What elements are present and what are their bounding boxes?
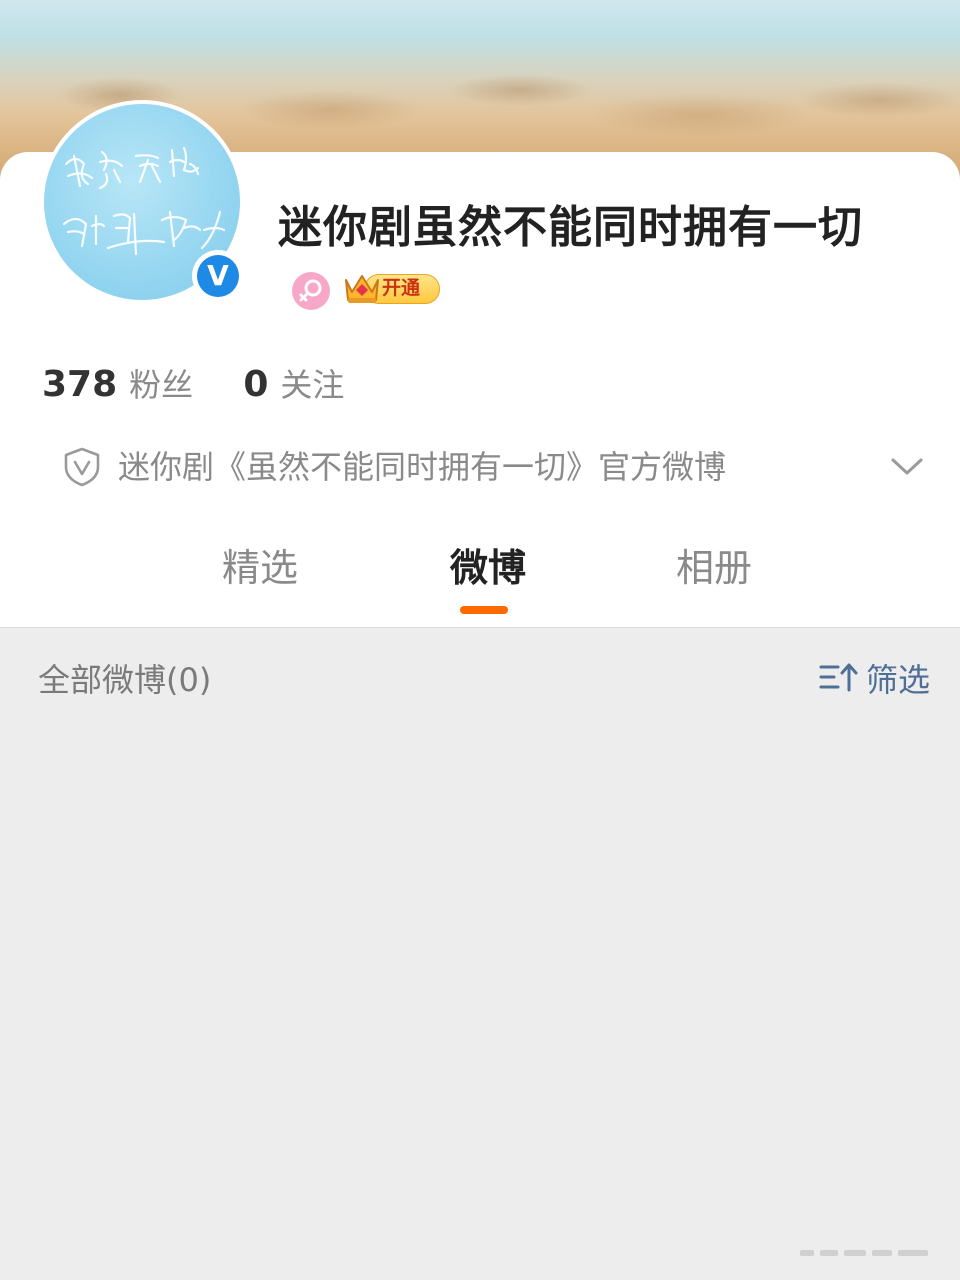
- filter-label: 筛选: [866, 661, 931, 699]
- all-posts-label: 全部微博(0): [38, 661, 212, 699]
- followers-stat[interactable]: 378 粉丝: [42, 364, 198, 405]
- female-gender-icon: [292, 272, 330, 310]
- following-count: 0: [243, 364, 269, 405]
- tab-album[interactable]: 相册: [676, 540, 752, 596]
- profile-name: 迷你剧虽然不能同时拥有一切: [278, 202, 863, 253]
- profile-stats: 378 粉丝 0 关注: [42, 360, 344, 410]
- crown-icon: [345, 275, 379, 303]
- shield-icon: [64, 447, 100, 487]
- vip-open-button[interactable]: 开通: [342, 270, 440, 306]
- verified-icon: V: [197, 255, 239, 297]
- tab-weibo[interactable]: 微博: [450, 540, 526, 596]
- active-tab-indicator: [460, 606, 508, 614]
- following-stat[interactable]: 0 关注: [243, 364, 344, 405]
- verified-badge: V: [192, 250, 244, 302]
- profile-description: 迷你剧《虽然不能同时拥有一切》官方微博: [118, 448, 727, 486]
- followers-count: 378: [42, 364, 118, 405]
- vip-label: 开通: [382, 277, 421, 299]
- profile-description-row[interactable]: 迷你剧《虽然不能同时拥有一切》官方微博: [62, 440, 924, 496]
- tab-featured[interactable]: 精选: [222, 540, 298, 596]
- following-label: 关注: [280, 366, 345, 404]
- filter-button[interactable]: 筛选: [818, 650, 938, 710]
- chevron-down-icon[interactable]: [890, 456, 924, 478]
- sort-filter-icon: [819, 663, 858, 692]
- watermark-decoration: [800, 1250, 928, 1256]
- feed-filter-bar: 全部微博(0) 筛选: [0, 650, 960, 710]
- followers-label: 粉丝: [129, 366, 194, 404]
- divider: [0, 627, 960, 628]
